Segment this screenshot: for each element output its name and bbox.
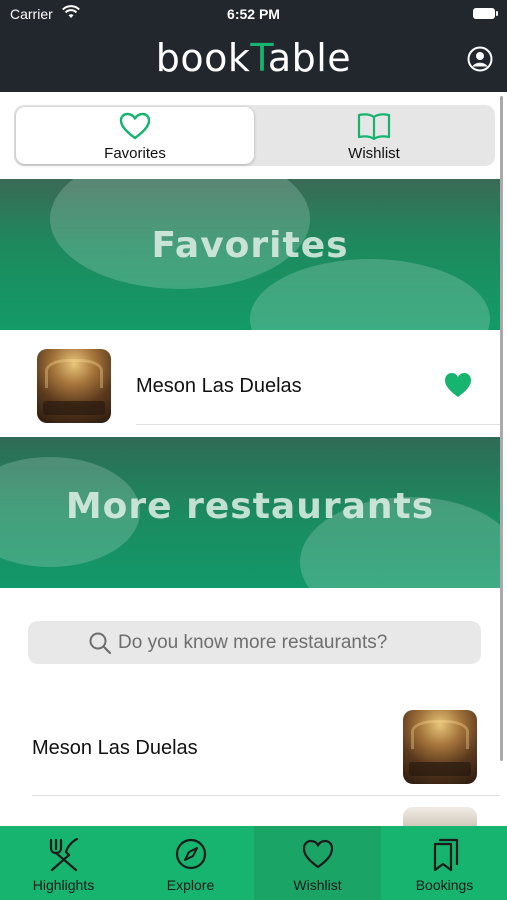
segment-wishlist[interactable]: Wishlist [255, 107, 493, 164]
list-item-name: Meson Las Duelas [32, 737, 198, 759]
restaurant-thumbnail [403, 710, 477, 784]
tab-highlights[interactable]: Highlights [0, 826, 127, 900]
logo-suffix: able [267, 36, 352, 80]
favorite-item[interactable]: Meson Las Duelas [0, 330, 500, 436]
tab-bar: Highlights Explore Wishlist Bookings [0, 826, 507, 900]
tab-wishlist[interactable]: Wishlist [254, 826, 381, 900]
clock: 6:52 PM [227, 6, 280, 22]
search-icon [89, 632, 112, 655]
tab-bookings-label: Bookings [415, 877, 474, 893]
restaurant-search-input[interactable]: Do you know more restaurants? [28, 621, 481, 664]
segmented-control: Favorites Wishlist [14, 105, 495, 166]
tab-explore[interactable]: Explore [127, 826, 254, 900]
heart-filled-icon[interactable] [443, 371, 473, 404]
battery-icon [473, 8, 498, 19]
segment-favorites[interactable]: Favorites [16, 107, 254, 164]
divider [32, 795, 500, 796]
logo-prefix: book [155, 36, 251, 80]
favorite-item-name: Meson Las Duelas [136, 375, 302, 397]
divider [136, 424, 500, 425]
tab-highlights-label: Highlights [32, 877, 95, 893]
compass-icon [175, 838, 206, 870]
app-header: Carrier 6:52 PM bookTable [0, 0, 507, 92]
more-restaurants-banner: More restaurants [0, 437, 500, 588]
fork-knife-icon [49, 837, 78, 872]
search-placeholder: Do you know more restaurants? [118, 632, 388, 653]
logo-t: T [250, 36, 268, 80]
list-item[interactable]: Meson Las Duelas [0, 703, 500, 793]
tab-explore-label: Explore [166, 877, 215, 893]
book-icon [357, 113, 391, 141]
more-restaurants-banner-title: More restaurants [65, 486, 435, 527]
heart-outline-icon [119, 112, 151, 140]
segment-favorites-label: Favorites [104, 145, 166, 162]
status-bar: Carrier 6:52 PM [0, 0, 507, 28]
tab-bookings[interactable]: Bookings [381, 826, 507, 900]
favorites-banner-title: Favorites [151, 225, 349, 266]
profile-icon[interactable] [467, 46, 493, 72]
bookmarks-icon [433, 838, 458, 872]
app-logo: bookTable [0, 36, 507, 80]
favorites-banner: Favorites [0, 179, 500, 330]
tab-wishlist-label: Wishlist [293, 877, 342, 893]
heart-outline-icon [302, 839, 333, 869]
scrollbar[interactable] [500, 96, 503, 761]
segment-wishlist-label: Wishlist [348, 145, 400, 162]
restaurant-thumbnail [37, 349, 111, 423]
